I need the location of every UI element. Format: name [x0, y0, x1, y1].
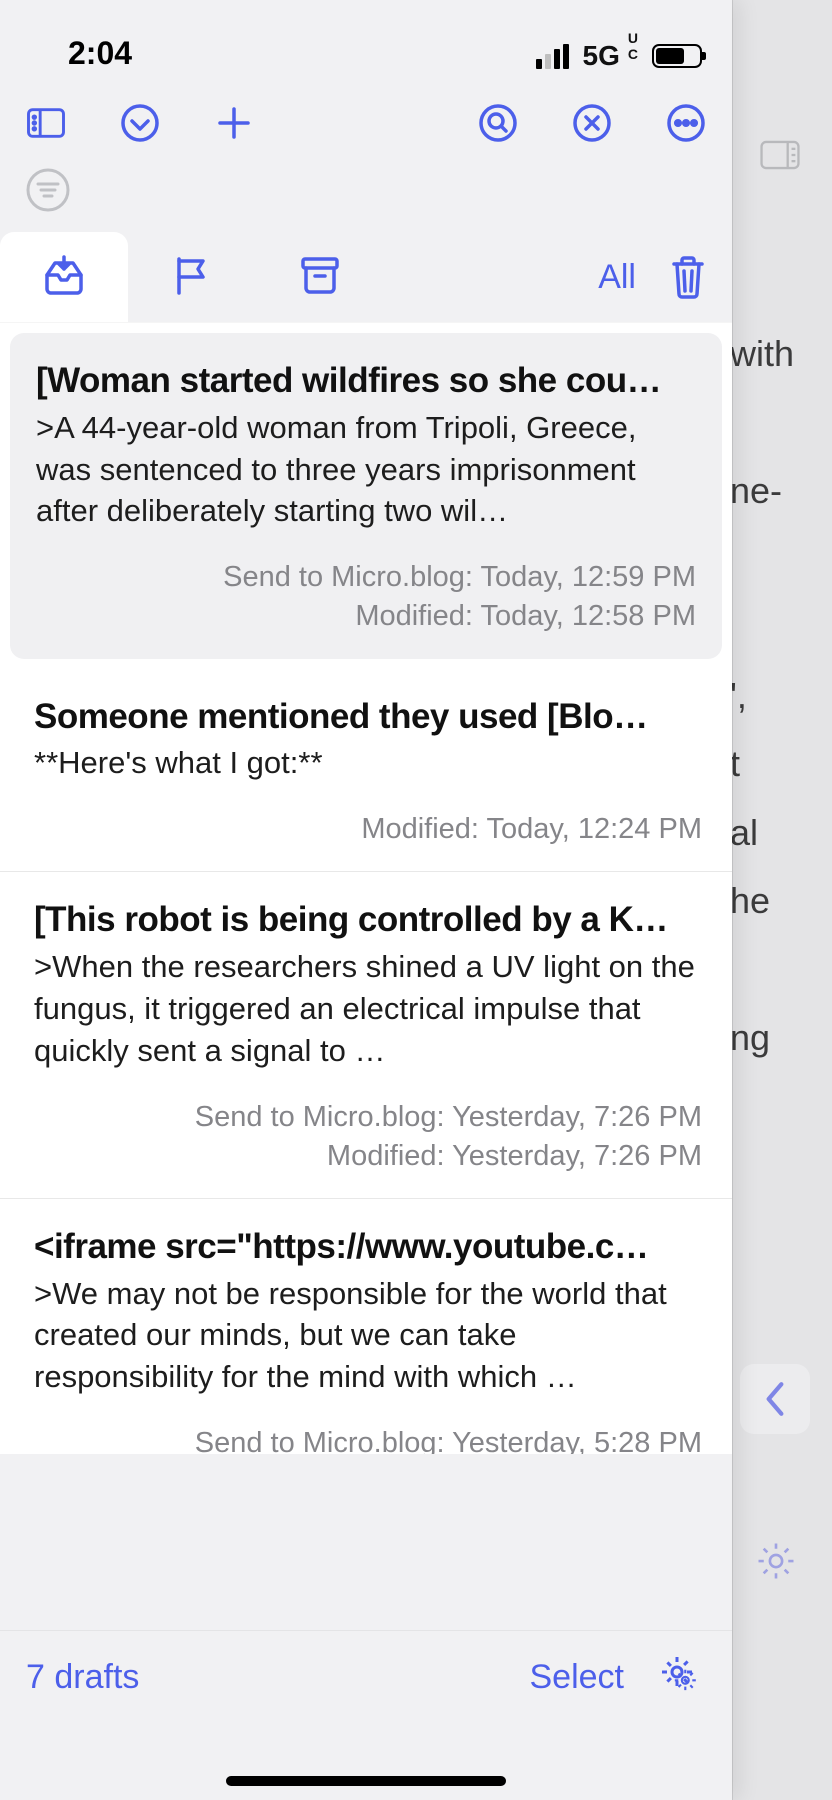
- footer-bar: 7 drafts Select: [0, 1630, 732, 1800]
- draft-sendto: Send to Micro.blog: Yesterday, 7:26 PM: [34, 1098, 702, 1137]
- tab-inbox[interactable]: [0, 232, 128, 322]
- more-icon[interactable]: [666, 103, 706, 143]
- draft-preview: >When the researchers shined a UV light …: [34, 946, 702, 1072]
- filter-icon[interactable]: [26, 168, 70, 212]
- settings-icon[interactable]: [755, 1540, 797, 1587]
- draft-modified: Modified: Yesterday, 7:26 PM: [34, 1137, 702, 1176]
- network-label: 5G: [583, 40, 620, 72]
- draft-preview: >A 44-year-old woman from Tripoli, Greec…: [36, 407, 696, 533]
- draft-preview: **Here's what I got:**: [34, 742, 702, 784]
- draft-title: Someone mentioned they used [Blo…: [34, 695, 702, 739]
- inbox-icon: [41, 253, 87, 302]
- status-time: 2:04: [68, 35, 132, 72]
- dropdown-check-icon[interactable]: [120, 103, 160, 143]
- filter-all-button[interactable]: All: [598, 258, 668, 297]
- list-item[interactable]: [This robot is being controlled by a K… …: [0, 872, 732, 1199]
- drafts-list: [Woman started wildfires so she cou… >A …: [0, 322, 732, 1454]
- close-icon[interactable]: [572, 103, 612, 143]
- trash-icon[interactable]: [668, 254, 708, 300]
- draft-title: [This robot is being controlled by a K…: [34, 898, 702, 942]
- search-icon[interactable]: [478, 103, 518, 143]
- tab-archive[interactable]: [256, 232, 384, 322]
- draft-modified: Modified: Today, 12:24 PM: [34, 810, 702, 849]
- draft-modified: Modified: Today, 12:58 PM: [36, 597, 696, 636]
- list-tabs: All: [0, 232, 732, 322]
- list-settings-icon[interactable]: [658, 1653, 706, 1701]
- new-draft-icon[interactable]: [214, 103, 254, 143]
- tab-flagged[interactable]: [128, 232, 256, 322]
- battery-icon: [652, 44, 702, 68]
- back-button[interactable]: [740, 1364, 810, 1434]
- status-bar: 2:04 5GUC: [0, 0, 732, 78]
- draft-count: 7 drafts: [26, 1658, 139, 1697]
- draft-title: <iframe src="https://www.youtube.c…: [34, 1225, 702, 1269]
- archive-icon: [297, 253, 343, 302]
- draft-title: [Woman started wildfires so she cou…: [36, 359, 696, 403]
- top-toolbar: [0, 78, 732, 168]
- detail-text-fragment: with ne- ', t al he ng: [730, 320, 794, 1072]
- list-item[interactable]: Someone mentioned they used [Blo… **Here…: [0, 669, 732, 873]
- list-item[interactable]: <iframe src="https://www.youtube.c… >We …: [0, 1199, 732, 1454]
- draft-sendto: Send to Micro.blog: Today, 12:59 PM: [36, 558, 696, 597]
- home-indicator: [226, 1776, 506, 1786]
- list-item[interactable]: [Woman started wildfires so she cou… >A …: [10, 333, 722, 659]
- cell-signal-icon: [536, 44, 569, 69]
- draft-preview: >We may not be responsible for the world…: [34, 1273, 702, 1399]
- draft-sendto: Send to Micro.blog: Yesterday, 5:28 PM: [34, 1424, 702, 1454]
- select-button[interactable]: Select: [530, 1658, 625, 1697]
- left-sidebar-toggle-icon[interactable]: [26, 103, 66, 143]
- right-sidebar-toggle-icon[interactable]: [760, 135, 800, 175]
- flag-icon: [169, 253, 215, 302]
